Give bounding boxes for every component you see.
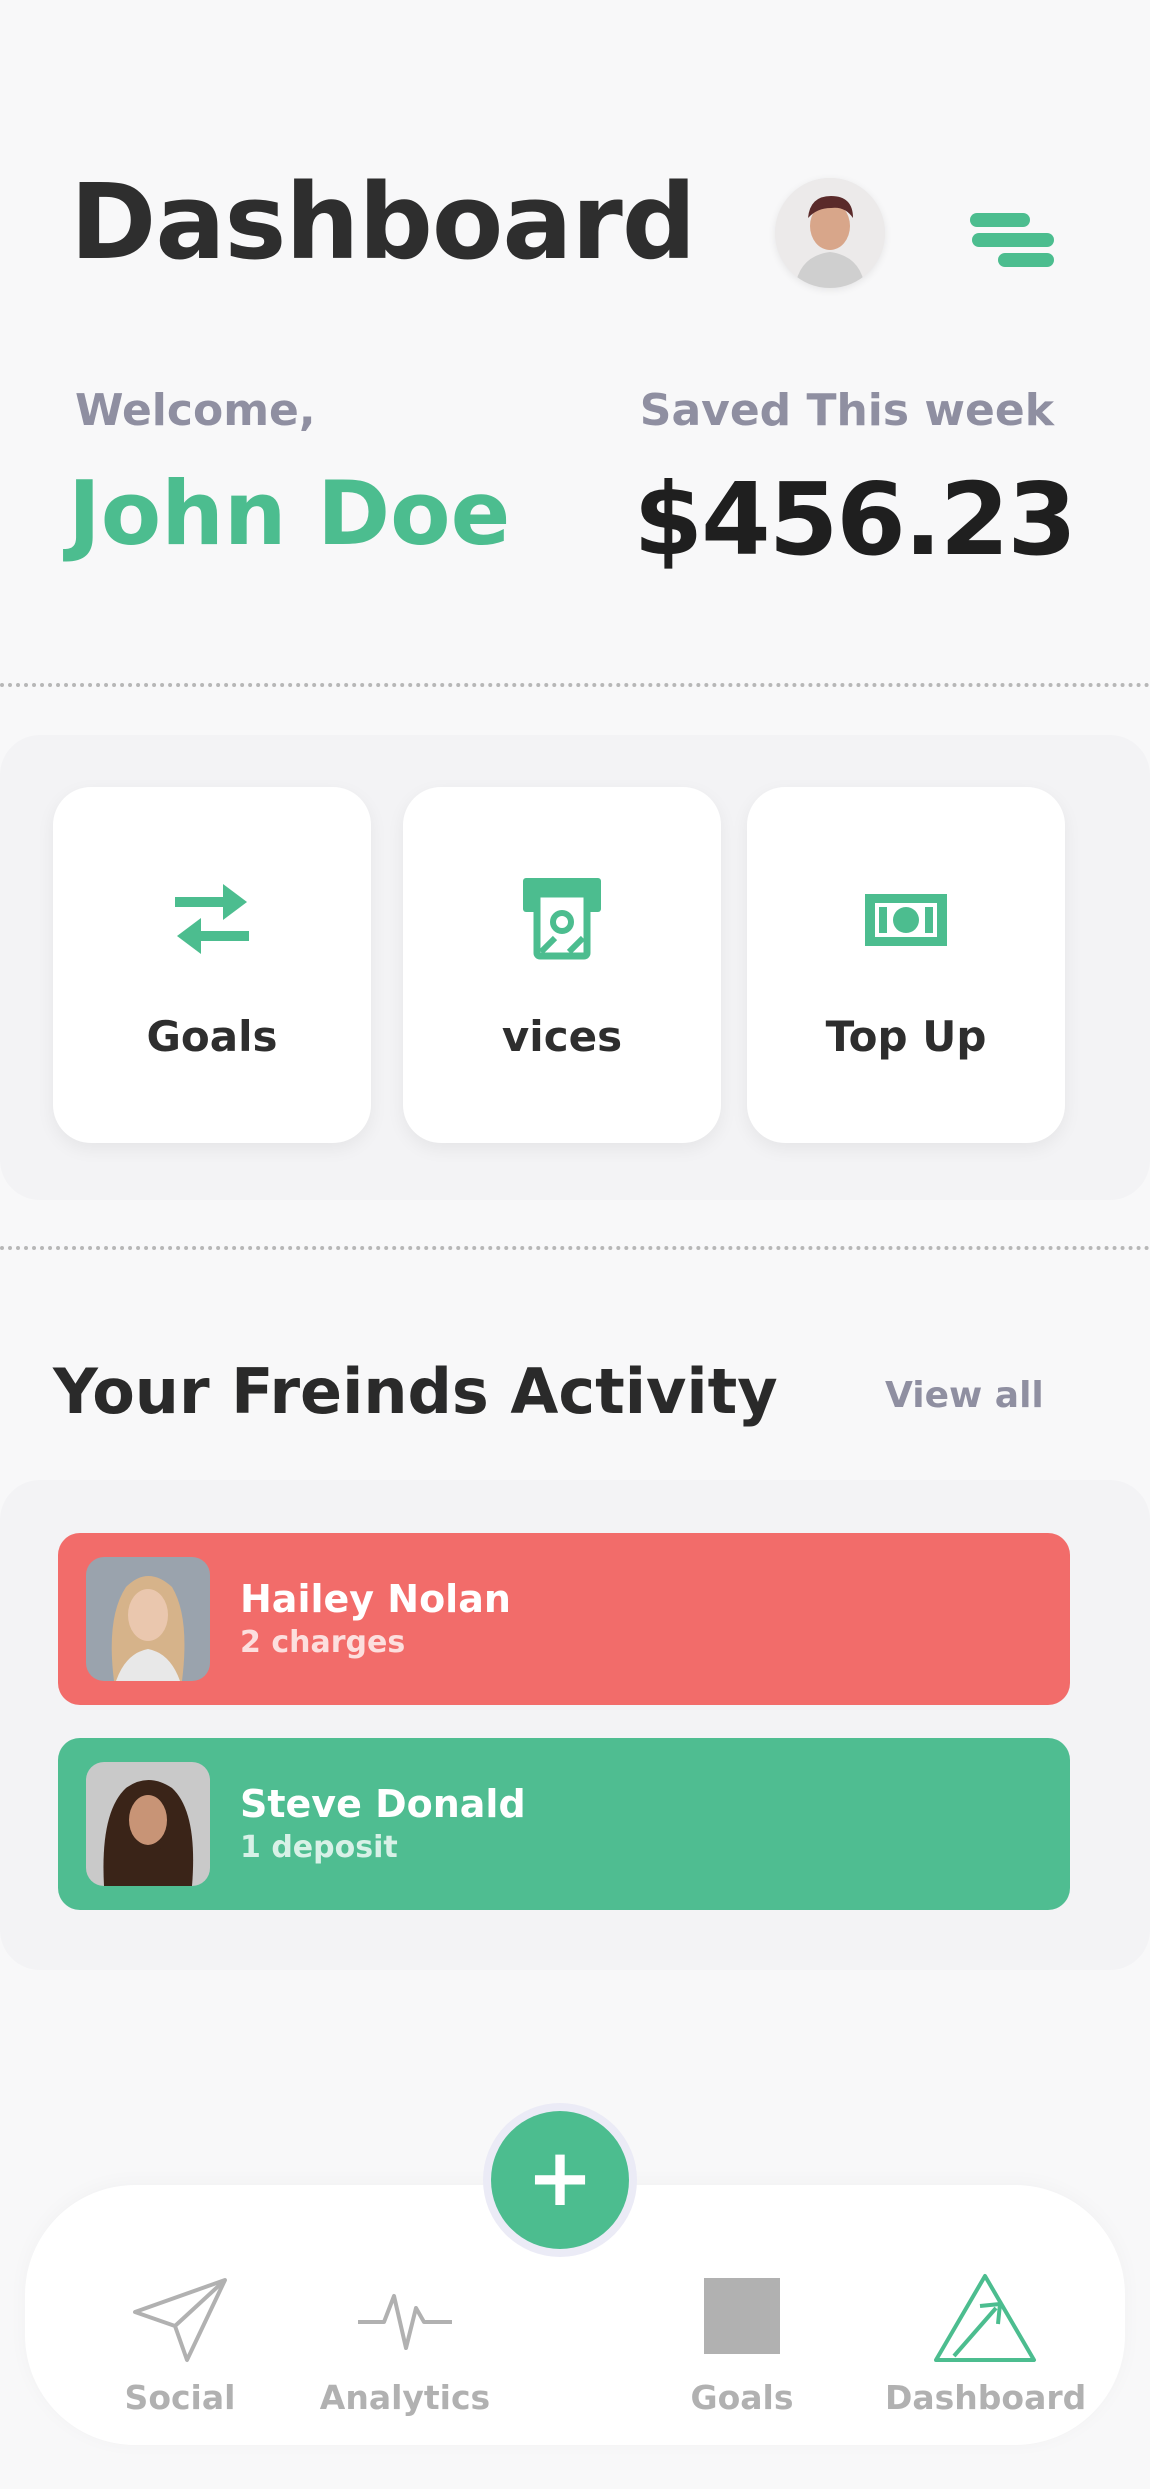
page-title: Dashboard: [70, 161, 696, 283]
divider: [0, 683, 1150, 687]
nav-label: Dashboard: [885, 2378, 1087, 2417]
nav-item-dashboard[interactable]: Dashboard: [885, 2260, 1087, 2450]
banknote-icon: [865, 894, 947, 946]
friend-avatar: [86, 1762, 210, 1886]
nav-item-analytics[interactable]: Analytics: [305, 2260, 505, 2450]
user-avatar[interactable]: [775, 178, 885, 288]
action-card-vices[interactable]: vices: [403, 787, 721, 1143]
square-icon: [704, 2278, 780, 2354]
friend-avatar: [86, 1557, 210, 1681]
atm-cash-icon: [523, 878, 601, 960]
user-avatar-icon: [775, 178, 885, 288]
nav-item-goals[interactable]: Goals: [642, 2260, 842, 2450]
action-label: vices: [501, 1012, 623, 1061]
nav-label: Social: [124, 2378, 236, 2417]
action-label: Goals: [146, 1012, 278, 1061]
paper-plane-icon: [133, 2278, 227, 2362]
pulse-icon: [358, 2294, 452, 2350]
menu-line: [998, 253, 1054, 267]
friend-name: Steve Donald: [240, 1782, 526, 1826]
action-card-goals[interactable]: Goals: [53, 787, 371, 1143]
welcome-label: Welcome,: [75, 385, 316, 436]
add-button[interactable]: +: [491, 2111, 629, 2249]
user-name: John Doe: [68, 462, 511, 565]
divider: [0, 1246, 1150, 1250]
menu-line: [970, 213, 1030, 227]
menu-line: [972, 233, 1054, 247]
friend-photo-icon: [86, 1557, 210, 1681]
activity-section-title: Your Freinds Activity: [53, 1355, 778, 1428]
friend-detail: 1 deposit: [240, 1830, 398, 1865]
action-card-top-up[interactable]: Top Up: [747, 787, 1065, 1143]
action-label: Top Up: [825, 1012, 987, 1061]
nav-label: Analytics: [319, 2378, 491, 2417]
activity-row[interactable]: Hailey Nolan 2 charges: [58, 1533, 1070, 1705]
nav-item-social[interactable]: Social: [80, 2260, 280, 2450]
friend-photo-icon: [86, 1762, 210, 1886]
transfer-arrows-icon: [175, 884, 249, 954]
activity-row[interactable]: Steve Donald 1 deposit: [58, 1738, 1070, 1910]
saved-amount: $456.23: [633, 461, 1077, 578]
view-all-link[interactable]: View all: [885, 1375, 1044, 1416]
menu-icon[interactable]: [970, 205, 1060, 275]
friend-name: Hailey Nolan: [240, 1577, 511, 1621]
saved-label: Saved This week: [639, 385, 1054, 436]
friend-detail: 2 charges: [240, 1625, 406, 1660]
dashboard-triangle-icon: [934, 2274, 1036, 2362]
nav-label: Goals: [690, 2378, 794, 2417]
